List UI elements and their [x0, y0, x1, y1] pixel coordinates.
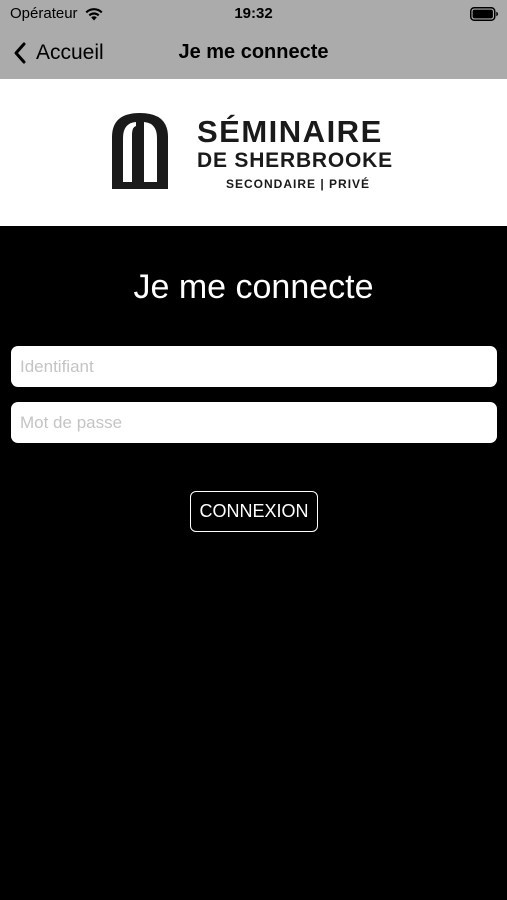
logo-name: SÉMINAIRE [197, 114, 383, 149]
school-logo-banner: SÉMINAIRE DE SHERBROOKE SECONDAIRE | PRI… [0, 79, 507, 226]
username-input[interactable] [11, 346, 497, 387]
battery-icon [470, 7, 498, 21]
status-time: 19:32 [234, 5, 273, 22]
logo-city: DE SHERBROOKE [197, 149, 393, 172]
status-bar: Opérateur 19:32 [0, 0, 507, 28]
arch-logo-icon [112, 113, 168, 189]
navigation-bar: Accueil Je me connecte [0, 28, 507, 79]
page-title: Je me connecte [133, 268, 374, 306]
logo-tagline: SECONDAIRE | PRIVÉ [226, 177, 371, 191]
connect-button[interactable]: CONNEXION [190, 491, 318, 532]
password-input[interactable] [11, 402, 497, 443]
nav-title: Je me connecte [178, 41, 329, 63]
